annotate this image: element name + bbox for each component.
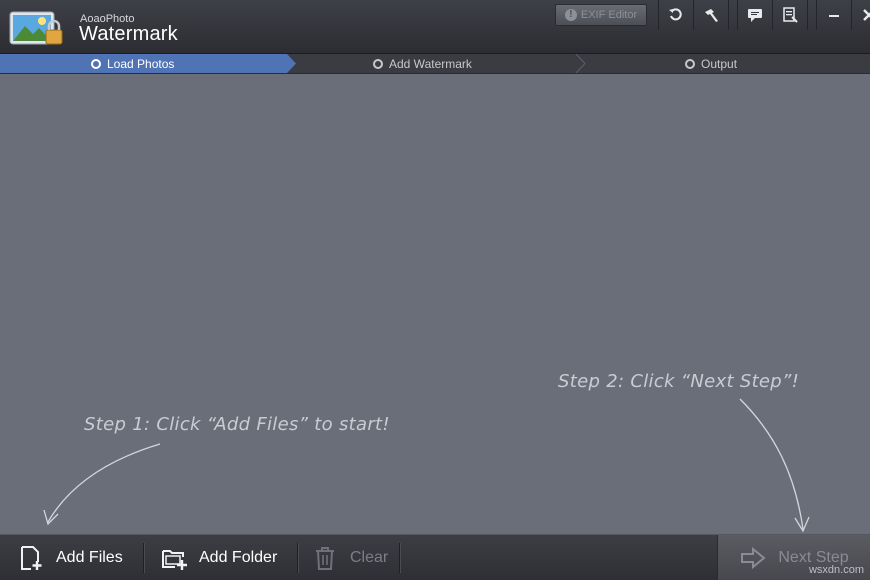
toolbar-separator [143, 543, 145, 573]
steps-bar: Load Photos Add Watermark Output [0, 54, 870, 74]
step-load-photos[interactable]: Load Photos [91, 54, 174, 73]
add-folder-icon [162, 550, 187, 570]
exif-editor-label: EXIF Editor [580, 9, 638, 21]
step-add-watermark[interactable]: Add Watermark [373, 54, 472, 73]
photo-drop-area[interactable]: Step 1: Click “Add Files” to start! Step… [0, 74, 870, 534]
app-title: Watermark [79, 23, 178, 45]
hammer-icon[interactable] [693, 0, 728, 30]
add-files-button[interactable]: Add Files [18, 535, 123, 580]
close-icon[interactable] [851, 0, 870, 30]
add-file-icon [21, 546, 42, 570]
toolbar-separator [807, 0, 816, 30]
add-files-label: Add Files [56, 549, 123, 566]
arrow-to-next-step [739, 398, 804, 530]
clear-button[interactable]: Clear [312, 535, 388, 580]
trash-icon [316, 547, 334, 570]
step-output[interactable]: Output [685, 54, 737, 73]
exclamation-icon: ! [564, 9, 577, 21]
step-label: Load Photos [107, 56, 175, 71]
bottom-toolbar: Add Files Add Folder Clear Next Step [0, 534, 870, 580]
arrow-to-add-files [47, 443, 161, 523]
minimize-icon[interactable] [816, 0, 851, 30]
watermark-text: wsxdn.com [808, 564, 864, 576]
hint-arrows [43, 398, 810, 533]
toolbar-separator [399, 543, 401, 573]
clear-label: Clear [350, 549, 389, 566]
step-label: Output [701, 56, 738, 71]
app-window: AoaoPhoto Watermark ! EXIF Editor Load P… [0, 0, 870, 580]
chat-icon[interactable] [737, 0, 772, 30]
step-indicator-icon [685, 58, 695, 69]
register-icon[interactable] [772, 0, 807, 30]
add-folder-label: Add Folder [199, 549, 278, 566]
step-indicator-icon [373, 58, 383, 69]
step-indicator-icon [91, 58, 101, 69]
step-label: Add Watermark [389, 56, 472, 71]
window-toolbar [658, 0, 870, 30]
toolbar-separator [728, 0, 737, 30]
toolbar-separator [297, 543, 299, 573]
add-folder-button[interactable]: Add Folder [161, 535, 277, 580]
arrow-right-icon [741, 546, 766, 570]
app-logo-icon [8, 6, 66, 50]
title-bar: AoaoPhoto Watermark ! EXIF Editor [0, 0, 870, 54]
undo-icon[interactable] [658, 0, 693, 30]
exif-editor-button[interactable]: ! EXIF Editor [555, 4, 647, 26]
